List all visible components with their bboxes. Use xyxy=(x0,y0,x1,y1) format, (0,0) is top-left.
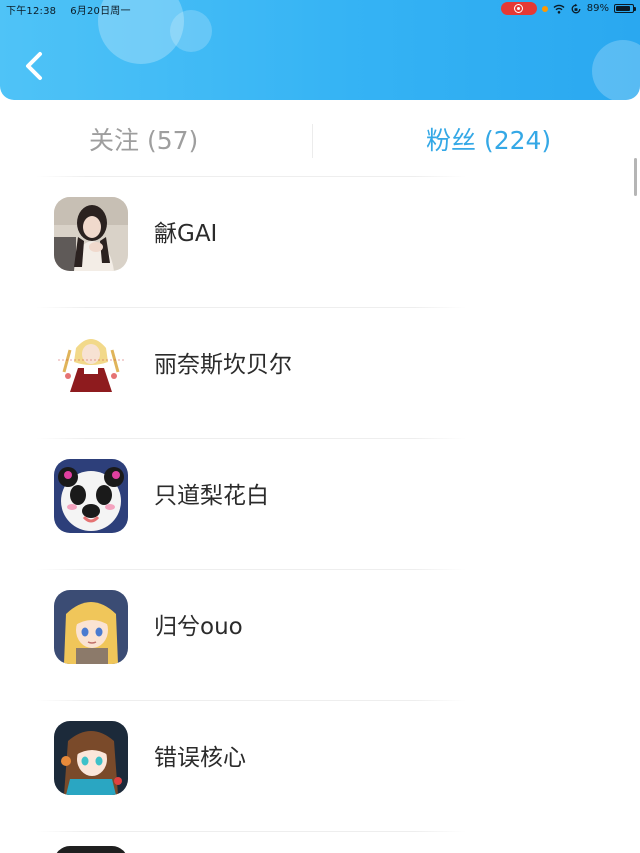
wifi-icon xyxy=(553,4,565,14)
list-item[interactable]: 丽奈斯坎贝尔 xyxy=(0,308,640,438)
list-item[interactable]: 龢GAI xyxy=(0,177,640,307)
header-bar: 下午12:38 6月20日周一 89% xyxy=(0,0,640,100)
battery-percentage: 89% xyxy=(586,3,609,14)
tab-divider xyxy=(312,124,313,158)
app-root: 下午12:38 6月20日周一 89% 关注 (57) 粉丝 (224) 龢GA… xyxy=(0,0,640,853)
orientation-lock-icon xyxy=(571,3,581,13)
user-name: 归兮ouo xyxy=(154,614,243,640)
record-icon xyxy=(514,4,524,13)
mic-indicator-icon xyxy=(541,5,548,12)
avatar[interactable] xyxy=(54,721,128,795)
status-time-date: 下午12:38 6月20日周一 xyxy=(6,2,145,17)
list-item[interactable]: 归兮ouo xyxy=(0,570,640,700)
user-name: 龢GAI xyxy=(154,221,218,247)
list-item[interactable]: 只道梨花白 xyxy=(0,439,640,569)
user-name: 错误核心 xyxy=(154,745,246,771)
avatar[interactable] xyxy=(54,197,128,271)
status-date: 6月20日周一 xyxy=(70,6,131,17)
list-item[interactable]: 错误核心 xyxy=(0,701,640,831)
tab-bar: 关注 (57) 粉丝 (224) xyxy=(0,100,640,176)
status-bar: 下午12:38 6月20日周一 89% xyxy=(0,0,640,18)
back-button[interactable] xyxy=(18,46,52,86)
avatar[interactable] xyxy=(54,590,128,664)
status-right: 89% xyxy=(500,1,636,16)
avatar[interactable] xyxy=(54,328,128,402)
battery-icon xyxy=(614,4,636,13)
tab-followers[interactable]: 粉丝 (224) xyxy=(426,120,551,162)
avatar[interactable] xyxy=(54,459,128,533)
decorative-bubble xyxy=(592,40,640,100)
chevron-left-icon xyxy=(26,52,42,80)
avatar-partial[interactable] xyxy=(54,846,128,853)
battery-level xyxy=(616,6,631,11)
user-list: 龢GAI 丽奈斯坎贝尔 只道梨花白 归兮ouo 错误核心 xyxy=(0,176,640,832)
user-name: 只道梨花白 xyxy=(154,483,269,509)
status-time: 下午12:38 xyxy=(6,6,57,17)
row-divider xyxy=(36,831,466,832)
screen-record-indicator[interactable] xyxy=(500,2,537,15)
user-name: 丽奈斯坎贝尔 xyxy=(154,352,292,378)
tab-following[interactable]: 关注 (57) xyxy=(89,120,198,162)
